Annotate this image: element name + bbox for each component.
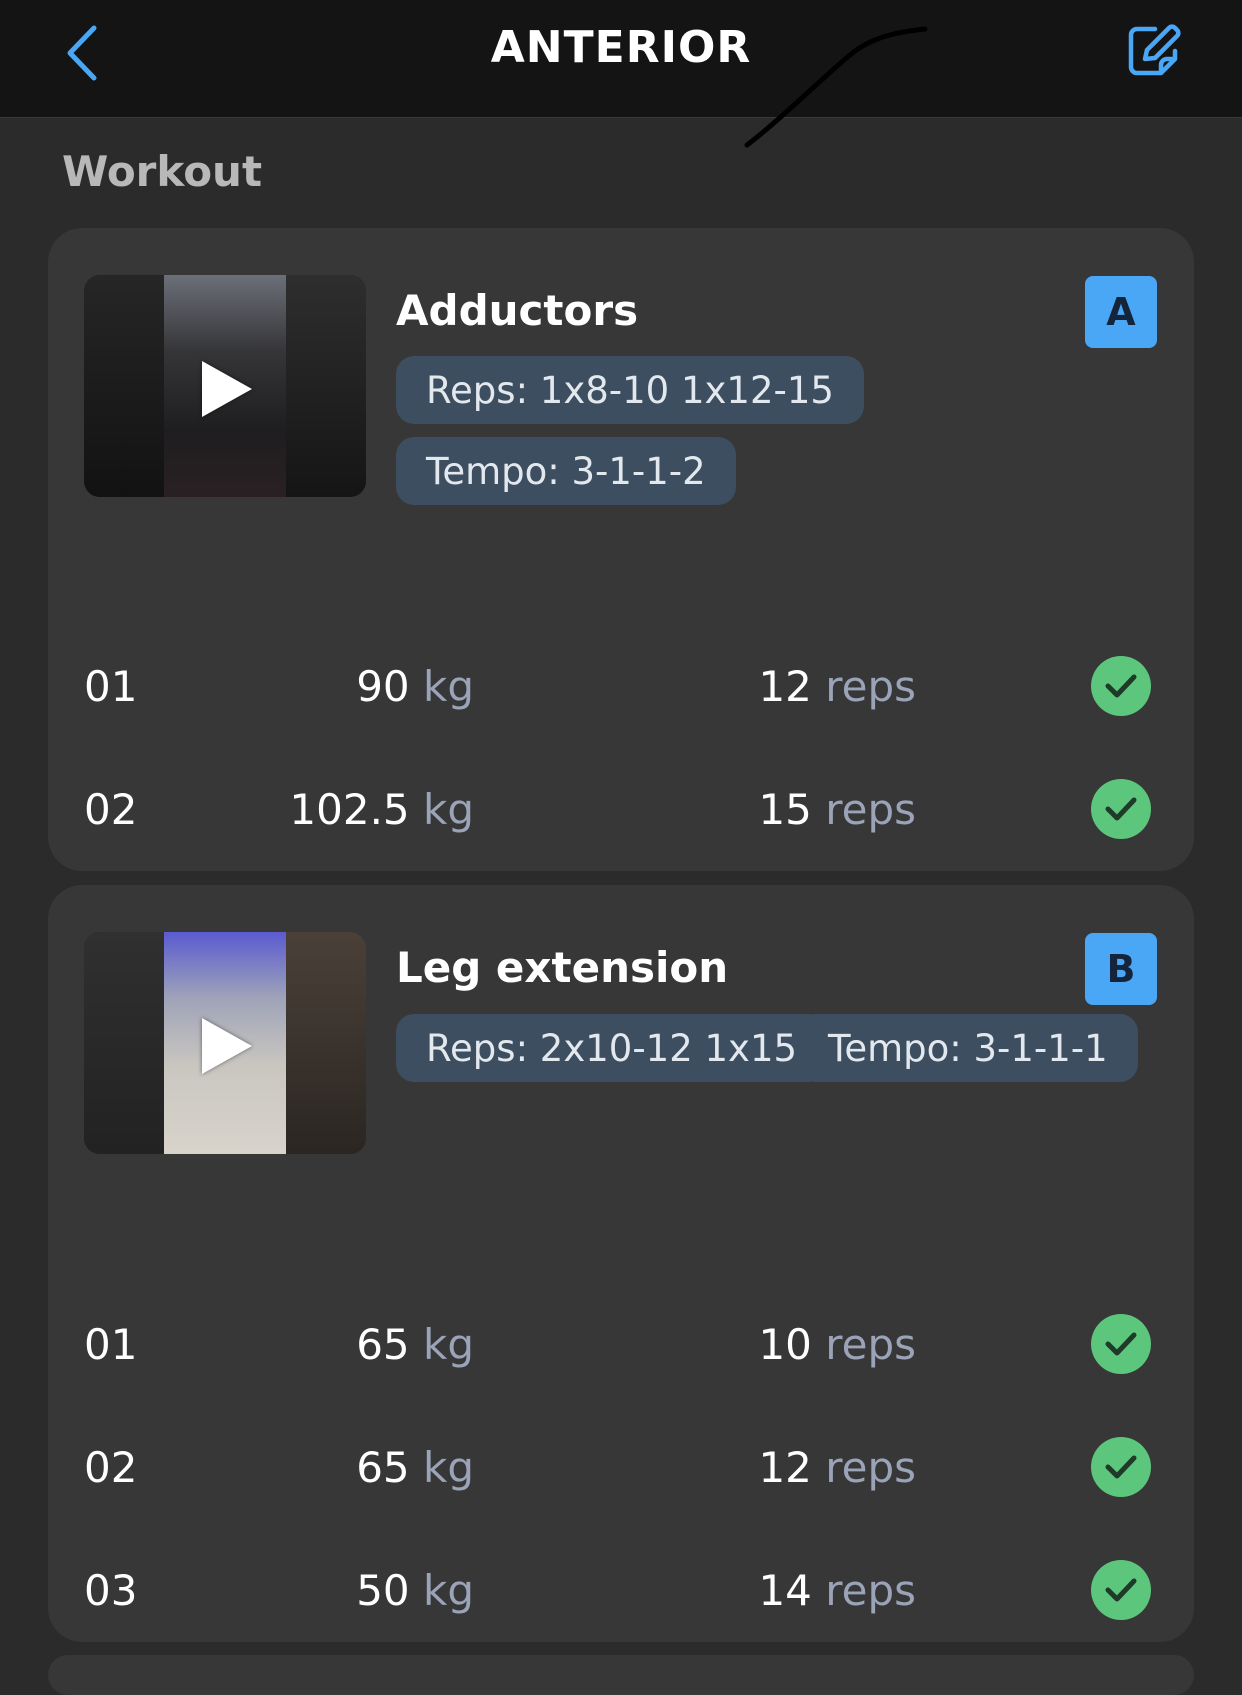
reps-chip: Reps: 2x10-12 1x15 [396, 1014, 828, 1082]
set-reps: 12 reps [758, 662, 916, 711]
set-number: 02 [84, 785, 138, 834]
video-thumbnail[interactable] [84, 275, 366, 497]
reps-chip: Reps: 1x8-10 1x12-15 [396, 356, 864, 424]
set-complete-button[interactable] [1091, 779, 1151, 839]
superset-badge: A [1085, 276, 1157, 348]
set-complete-button[interactable] [1091, 1437, 1151, 1497]
set-weight: 50 kg [356, 1566, 474, 1615]
play-icon [202, 361, 252, 417]
edit-icon [1128, 24, 1181, 76]
play-icon [202, 1018, 252, 1074]
set-row: 02 102.5 kg 15 reps [48, 777, 1194, 847]
check-icon [1105, 1455, 1137, 1479]
set-row: 01 90 kg 12 reps [48, 654, 1194, 724]
exercise-card-leg-extension: Leg extension B Reps: 2x10-12 1x15 Tempo… [48, 885, 1194, 1642]
exercise-name: Leg extension [396, 943, 729, 992]
next-exercise-card [48, 1655, 1194, 1695]
set-weight: 65 kg [356, 1443, 474, 1492]
set-reps: 14 reps [758, 1566, 916, 1615]
top-bar: ANTERIOR [0, 0, 1242, 118]
set-complete-button[interactable] [1091, 1314, 1151, 1374]
tempo-chip: Tempo: 3-1-1-1 [798, 1014, 1138, 1082]
set-number: 03 [84, 1566, 138, 1615]
exercise-name: Adductors [396, 286, 639, 335]
set-row: 01 65 kg 10 reps [48, 1312, 1194, 1382]
section-label: Workout [62, 147, 263, 196]
set-complete-button[interactable] [1091, 1560, 1151, 1620]
check-icon [1105, 674, 1137, 698]
set-number: 01 [84, 662, 138, 711]
set-row: 03 50 kg 14 reps [48, 1558, 1194, 1628]
check-icon [1105, 1578, 1137, 1602]
set-number: 01 [84, 1320, 138, 1369]
set-reps: 12 reps [758, 1443, 916, 1492]
edit-button[interactable] [1124, 20, 1182, 82]
check-icon [1105, 1332, 1137, 1356]
check-icon [1105, 797, 1137, 821]
page-title: ANTERIOR [490, 22, 752, 73]
set-weight: 90 kg [356, 662, 474, 711]
set-number: 02 [84, 1443, 138, 1492]
set-row: 02 65 kg 12 reps [48, 1435, 1194, 1505]
set-reps: 10 reps [758, 1320, 916, 1369]
tempo-chip: Tempo: 3-1-1-2 [396, 437, 736, 505]
exercise-card-adductors: Adductors A Reps: 1x8-10 1x12-15 Tempo: … [48, 228, 1194, 871]
set-complete-button[interactable] [1091, 656, 1151, 716]
set-weight: 102.5 kg [289, 785, 474, 834]
set-weight: 65 kg [356, 1320, 474, 1369]
set-reps: 15 reps [758, 785, 916, 834]
superset-badge: B [1085, 933, 1157, 1005]
video-thumbnail[interactable] [84, 932, 366, 1154]
